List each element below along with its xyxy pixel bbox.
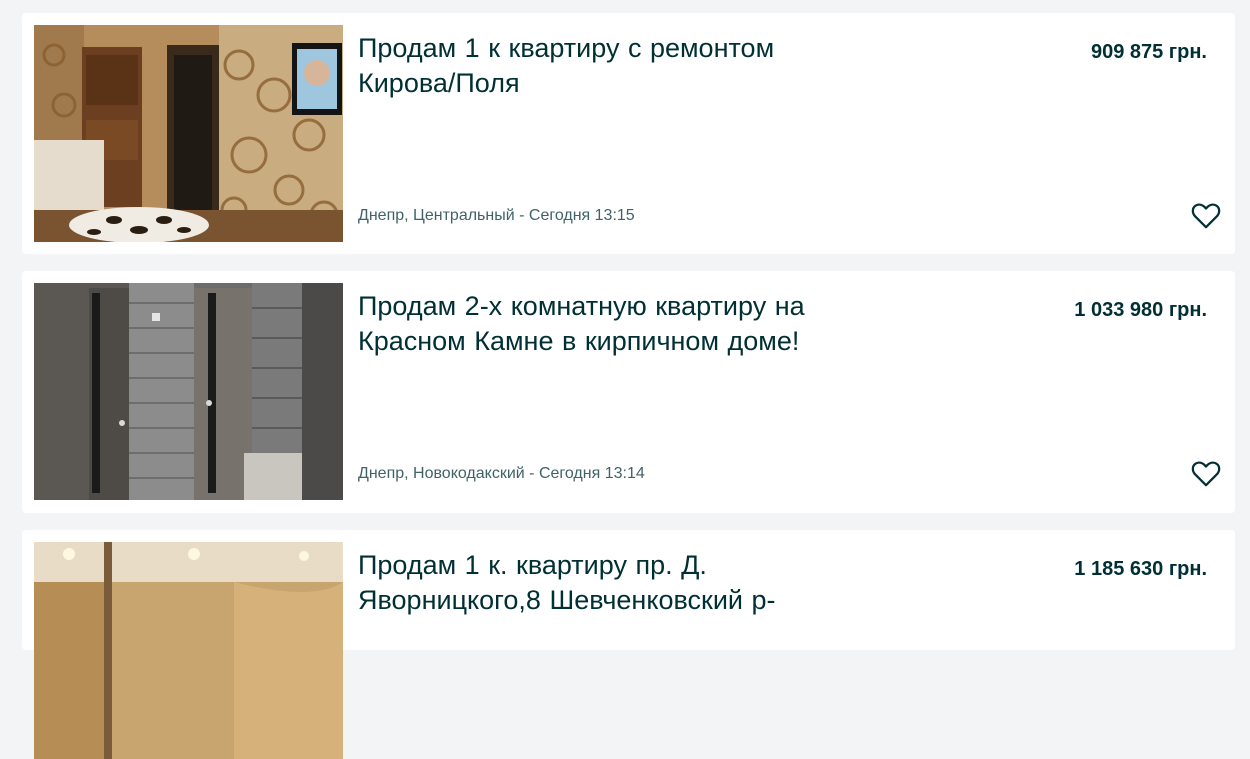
listing-meta: Днепр, Центральный - Сегодня 13:15 [358,207,635,225]
room-photo-image [34,25,343,242]
room-photo-image [34,542,343,759]
hallway-photo-image [34,283,343,500]
meta-separator: - [524,465,539,482]
listing-price: 1 033 980 грн. [1074,299,1207,321]
listing-location: Днепр, Новокодакский [358,465,525,482]
listing-photo[interactable] [34,542,343,759]
listing-photo[interactable] [34,25,343,242]
listing-title[interactable]: Продам 1 к квартиру с ремонтом Кирова/По… [358,31,838,101]
listing-title[interactable]: Продам 2-х комнатную квартиру на Красном… [358,289,838,359]
favorite-button[interactable] [1189,199,1223,233]
listing-meta: Днепр, Новокодакский - Сегодня 13:14 [358,465,645,483]
listing-card[interactable]: Продам 2-х комнатную квартиру на Красном… [22,271,1235,513]
listing-card[interactable]: Продам 1 к квартиру с ремонтом Кирова/По… [22,13,1235,254]
listing-date: Сегодня 13:14 [538,465,645,482]
favorite-button[interactable] [1189,457,1223,491]
listing-title[interactable]: Продам 1 к. квартиру пр. Д. Яворницкого,… [358,548,838,618]
listing-location: Днепр, Центральный [358,207,515,224]
heart-outline-icon [1191,203,1221,229]
listing-price: 909 875 грн. [1090,41,1207,63]
listing-date: Сегодня 13:15 [528,207,635,224]
listing-list: Продам 1 к квартиру с ремонтом Кирова/По… [0,0,1250,759]
meta-separator: - [514,207,529,224]
listing-photo[interactable] [34,283,343,500]
heart-outline-icon [1191,461,1221,487]
listing-card[interactable]: Продам 1 к. квартиру пр. Д. Яворницкого,… [22,530,1235,759]
listing-price: 1 185 630 грн. [1074,558,1207,580]
